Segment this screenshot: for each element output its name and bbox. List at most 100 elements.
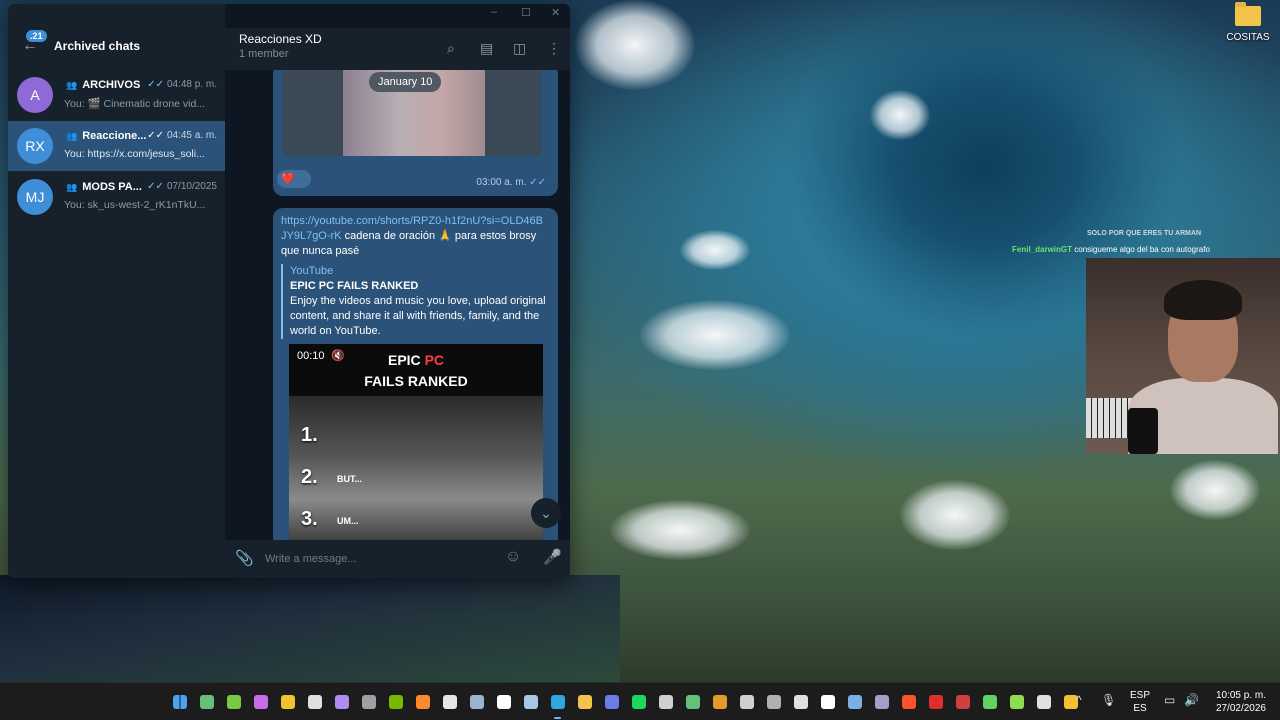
taskbar-apps	[166, 683, 1084, 720]
maximize-button[interactable]: ☐	[521, 6, 531, 19]
clock-time: 10:05 p. m.	[1215, 690, 1266, 701]
brave-icon[interactable]	[895, 683, 922, 720]
volume-icon[interactable]: 🔊	[1184, 693, 1199, 720]
steam-icon[interactable]	[517, 683, 544, 720]
stream-chat-message: Fenil_darwinGT consigueme algo del ba co…	[1012, 245, 1210, 254]
chat-list-item[interactable]: RX 👥 Reaccione... ✓✓ 04:45 a. m. You: http…	[8, 121, 225, 171]
xbox-icon-glyph	[226, 695, 241, 709]
chat-preview: You: https://x.com/jesus_soli...	[64, 148, 205, 160]
app9-icon-glyph	[1036, 695, 1051, 709]
message-input[interactable]	[265, 550, 495, 568]
xbox-icon[interactable]	[220, 683, 247, 720]
explorer-icon[interactable]	[571, 683, 598, 720]
emoji-icon[interactable]: ☺	[505, 548, 521, 566]
capcut2-icon-glyph	[820, 695, 835, 709]
tray-chevron-icon[interactable]: ^	[1076, 693, 1082, 720]
chrome-icon[interactable]	[274, 683, 301, 720]
double-check-icon: ✓✓	[147, 130, 164, 141]
webcam-overlay	[1086, 258, 1280, 454]
github-icon[interactable]	[787, 683, 814, 720]
settings-icon[interactable]	[463, 683, 490, 720]
chat-name-text: MODS PA...	[82, 181, 142, 193]
scroll-down-button[interactable]: ⌄	[531, 498, 561, 528]
chat-name-text: ARCHIVOS	[82, 79, 141, 91]
nvidia-icon[interactable]	[382, 683, 409, 720]
camera-icon[interactable]	[760, 683, 787, 720]
wallpaper-cloud	[900, 480, 1010, 550]
app9-icon[interactable]	[1030, 683, 1057, 720]
capcut2-icon[interactable]	[814, 683, 841, 720]
mute-icon[interactable]: 🔇	[331, 349, 345, 362]
wallpaper-planet-edge	[0, 575, 620, 685]
app3-icon[interactable]	[679, 683, 706, 720]
app7-icon-glyph	[955, 695, 970, 709]
copilot-icon[interactable]	[247, 683, 274, 720]
language-indicator[interactable]: ESP ES	[1130, 689, 1150, 715]
more-menu-icon[interactable]: ⋮	[547, 40, 561, 57]
desktop-icon-label: COSITAS	[1226, 32, 1270, 43]
search-icon[interactable]: ⌕	[447, 40, 455, 57]
minimize-button[interactable]: –	[491, 6, 497, 18]
preview-description: Enjoy the videos and music you love, upl…	[290, 295, 546, 337]
topics-icon[interactable]: ▤	[480, 40, 493, 57]
firefox-icon[interactable]	[409, 683, 436, 720]
avatar: A	[17, 77, 53, 113]
video-thumbnail[interactable]: January 10	[283, 70, 541, 156]
desktop-folder-cositas[interactable]: COSITAS	[1222, 2, 1274, 43]
explorer-icon-glyph	[577, 695, 592, 709]
chat-name: 👥 Reaccione...	[66, 130, 146, 142]
app6-icon[interactable]	[922, 683, 949, 720]
chat-title[interactable]: Reacciones XD	[239, 32, 322, 46]
settings-icon-glyph	[469, 695, 484, 709]
discord-icon[interactable]	[598, 683, 625, 720]
ide-icon[interactable]	[355, 683, 382, 720]
start-icon[interactable]	[166, 683, 193, 720]
sidebar-toggle-icon[interactable]: ◫	[513, 40, 526, 57]
chat-time-text: 07/10/2025	[166, 181, 217, 192]
message-bubble[interactable]: January 10 ❤️ 03:00 a. m. ✓✓	[273, 70, 558, 196]
message-bubble[interactable]: https://youtube.com/shorts/RPZ0-h1f2nU?s…	[273, 208, 558, 540]
language-code: ESP	[1130, 690, 1151, 701]
chat-list-item[interactable]: MJ 👥 MODS PA... ✓✓ 07/10/2025 You: sk_us-w…	[8, 172, 225, 222]
chat-preview: You: 🎬 Cinematic drone vid...	[64, 98, 206, 110]
network-icon[interactable]: ▭	[1164, 693, 1175, 720]
date-pill: January 10	[369, 72, 442, 92]
rank-label: 3.	[301, 508, 318, 530]
obs-icon[interactable]	[733, 683, 760, 720]
epic-icon[interactable]	[490, 683, 517, 720]
spotify-icon[interactable]	[625, 683, 652, 720]
app2-icon[interactable]	[328, 683, 355, 720]
copilot-icon-glyph	[253, 695, 268, 709]
chrome-icon-glyph	[280, 695, 295, 709]
app8-icon[interactable]	[1003, 683, 1030, 720]
chat-list-item[interactable]: A 👥 ARCHIVOS ✓✓ 04:48 p. m. You: 🎬 Cinemat…	[8, 70, 225, 120]
rank-label: 1.	[301, 424, 318, 446]
ide-icon-glyph	[361, 695, 376, 709]
app-icon[interactable]	[193, 683, 220, 720]
play-icon[interactable]	[976, 683, 1003, 720]
video-title-line1: EPIC PC	[289, 352, 543, 368]
video-title-word: EPIC	[387, 352, 421, 368]
rank-caption: UM...	[337, 516, 359, 526]
microphone-icon[interactable]: 🎤	[543, 548, 562, 566]
terminal-icon[interactable]	[841, 683, 868, 720]
video-player[interactable]: EPIC PC FAILS RANKED 00:10 🔇 1. 2. BUT..…	[289, 344, 543, 540]
app7-icon[interactable]	[949, 683, 976, 720]
capcut-icon[interactable]	[436, 683, 463, 720]
heart-reaction[interactable]: ❤️	[277, 170, 311, 188]
epic-icon-glyph	[496, 695, 511, 709]
close-button[interactable]: ✕	[551, 6, 560, 19]
wallpaper-cloud	[610, 500, 750, 560]
link-preview[interactable]: YouTube EPIC PC FAILS RANKED Enjoy the v…	[281, 264, 547, 339]
tray-mic-icon[interactable]: 🎙	[1101, 693, 1116, 720]
app4-icon[interactable]	[706, 683, 733, 720]
chat-pane: – ☐ ✕ Reacciones XD 1 member ⌕ ▤ ◫ ⋮ Jan…	[225, 4, 570, 578]
steam-icon-glyph	[523, 695, 538, 709]
telegram-icon[interactable]	[544, 683, 571, 720]
wallpaper-cloud	[575, 0, 695, 90]
app5-icon[interactable]	[868, 683, 895, 720]
system-clock[interactable]: 10:05 p. m. 27/02/2026	[1206, 689, 1266, 715]
browser-icon[interactable]	[301, 683, 328, 720]
attach-icon[interactable]: 📎	[235, 549, 254, 567]
share-icon[interactable]	[652, 683, 679, 720]
